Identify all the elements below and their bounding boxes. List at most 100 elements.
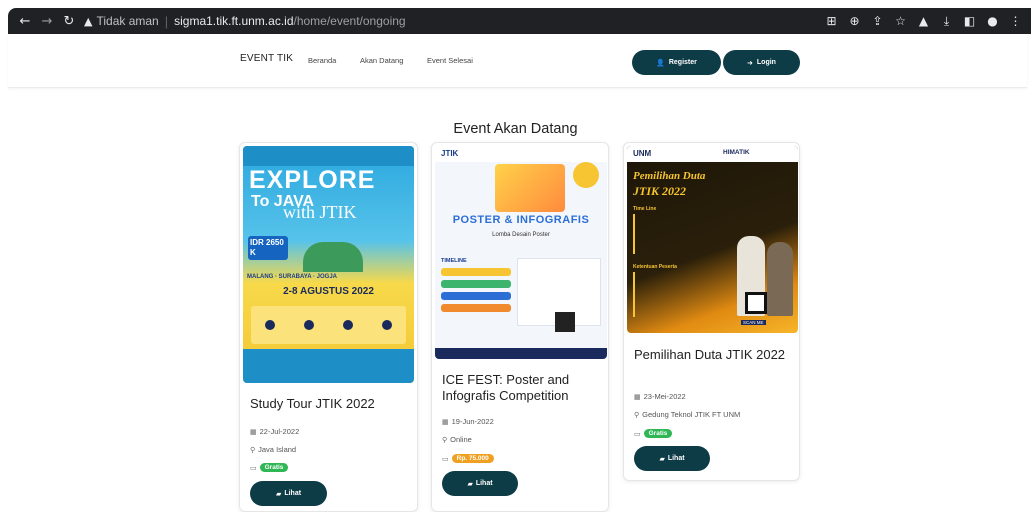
poster-timeline-step [441,280,511,288]
event-date: ▦ 22-Jul-2022 [250,427,299,436]
event-card: UNM HIMATIK Pemilihan Duta JTIK 2022 Tim… [623,142,800,481]
event-date-value: 22-Jul-2022 [259,427,300,436]
poster-timeline-list [441,268,511,323]
login-button[interactable]: ➜ Login [723,50,800,75]
site-brand[interactable]: EVENT TIK [240,53,293,64]
nav-link-akan-datang[interactable]: Akan Datang [360,56,403,65]
event-location-value: Java Island [258,445,297,454]
nav-link-beranda[interactable]: Beranda [308,56,336,65]
event-poster-image[interactable]: JTIK POSTER & INFOGRAFIS Lomba Desain Po… [435,146,607,359]
poster-org-text: HIMATIK [723,149,750,156]
bookmark-star-icon[interactable]: ☆ [891,14,910,29]
calendar-icon: ▦ [634,392,641,401]
address-bar[interactable]: ▲ Tidak aman | sigma1.tik.ft.unm.ac.id /… [84,14,406,29]
browser-toolbar: ← → ↻ ▲ Tidak aman | sigma1.tik.ft.unm.a… [8,8,1031,34]
zoom-icon[interactable]: ⊕ [845,14,864,29]
event-poster-image[interactable]: UNM HIMATIK Pemilihan Duta JTIK 2022 Tim… [627,146,798,333]
translate-icon[interactable]: ⊞ [822,14,841,29]
security-label: Tidak aman [96,14,159,28]
poster-pin-icon [265,320,276,330]
poster-footer-strip [243,349,414,383]
poster-timeline-step [441,292,511,300]
section-title: Event Akan Datang [453,121,578,137]
map-marker-icon: ⚲ [250,445,256,454]
ticket-icon: ▭ [442,454,449,463]
poster-headline-2: JTIK 2022 [633,184,687,198]
url-host: sigma1.tik.ft.unm.ac.id [174,14,294,28]
poster-timeline-step [441,304,511,312]
browser-chrome: ← → ↻ ▲ Tidak aman | sigma1.tik.ft.unm.a… [0,0,1031,34]
nav-link-event-selesai[interactable]: Event Selesai [427,56,473,65]
sidepanel-icon[interactable]: ◧ [960,14,979,29]
poster-pin-icon [304,320,315,330]
poster-cities-text: MALANG · SURABAYA · JOGJA [247,274,338,280]
event-card: JTIK POSTER & INFOGRAFIS Lomba Desain Po… [431,142,609,512]
poster-landmark-shape [303,242,363,272]
browser-actions: ⊞ ⊕ ⇪ ☆ ▲ ⤓ ◧ ● ⋮ [822,14,1031,29]
price-badge: Rp. 75.000 [451,454,494,463]
extension-icon[interactable]: ▲ [914,14,933,29]
event-location-value: Gedung Teknol JTIK FT UNM [642,410,741,419]
poster-icons-row [251,306,406,344]
event-title[interactable]: Pemilihan Duta JTIK 2022 [634,347,794,363]
poster-rules-list [633,272,713,317]
reload-icon[interactable]: ↻ [58,14,80,29]
calendar-icon: ▦ [442,417,449,426]
poster-price-tag: IDR 2650 K [248,236,288,260]
event-location: ⚲ Online [442,435,472,444]
poster-pin-icon [381,320,392,330]
ticket-icon: ▭ [634,429,641,438]
poster-timeline-label: TIMELINE [441,258,467,264]
event-price: ▭ Rp. 75.000 [442,454,494,463]
map-marker-icon: ⚲ [442,435,448,444]
poster-header-strip [243,146,414,166]
poster-footer-strip [435,348,607,359]
event-date-value: 23-Mei-2022 [643,392,686,401]
login-label: Login [756,59,776,66]
event-poster-image[interactable]: EXPLORE To JAVA with JTIK IDR 2650 K MAL… [243,146,414,383]
poster-illustration [495,164,565,212]
event-date: ▦ 23-Mei-2022 [634,392,686,401]
poster-timeline-label: Time Line [633,206,657,212]
event-location-value: Online [450,435,472,444]
poster-qr-code [745,292,767,314]
poster-timeline-step [441,268,511,276]
ticket-icon: ▭ [250,463,257,472]
register-button[interactable]: 👤 Register [632,50,721,75]
event-title[interactable]: ICE FEST: Poster and Infografis Competit… [442,372,602,404]
user-plus-icon: 👤 [656,58,665,67]
register-label: Register [668,59,697,66]
poster-pin-icon [342,320,353,330]
event-title[interactable]: Study Tour JTIK 2022 [250,396,410,412]
menu-icon[interactable]: ⋮ [1006,14,1025,29]
poster-person-figure [767,242,793,316]
back-icon[interactable]: ← [14,14,36,29]
warning-icon: ▲ [84,14,93,28]
lihat-label: Lihat [475,480,493,487]
lihat-button[interactable]: ▰ Lihat [250,481,327,506]
event-date: ▦ 19-Jun-2022 [442,417,494,426]
folder-icon: ▰ [659,454,665,463]
calendar-icon: ▦ [250,427,257,436]
address-separator: | [164,13,169,29]
event-price: ▭ Gratis [634,429,673,438]
event-card: EXPLORE To JAVA with JTIK IDR 2650 K MAL… [239,142,418,512]
event-price: ▭ Gratis [250,463,289,472]
poster-dates-text: 2-8 AGUSTUS 2022 [283,286,374,297]
lihat-button[interactable]: ▰ Lihat [442,471,518,496]
forward-icon[interactable]: → [36,14,58,29]
lihat-button[interactable]: ▰ Lihat [634,446,710,471]
folder-icon: ▰ [467,479,473,488]
download-icon[interactable]: ⤓ [937,14,956,29]
poster-explore-text: EXPLORE [249,166,376,194]
profile-icon[interactable]: ● [983,14,1002,29]
share-icon[interactable]: ⇪ [868,14,887,29]
poster-jtik-text: with JTIK [283,202,357,222]
poster-headline-1: Pemilihan Duta [633,170,706,182]
price-badge: Gratis [259,463,289,472]
event-location: ⚲ Java Island [250,445,296,454]
poster-price-circle [573,162,599,188]
poster-qr-code [555,312,575,332]
poster-header-strip [435,146,607,162]
url-path: /home/event/ongoing [293,14,406,28]
